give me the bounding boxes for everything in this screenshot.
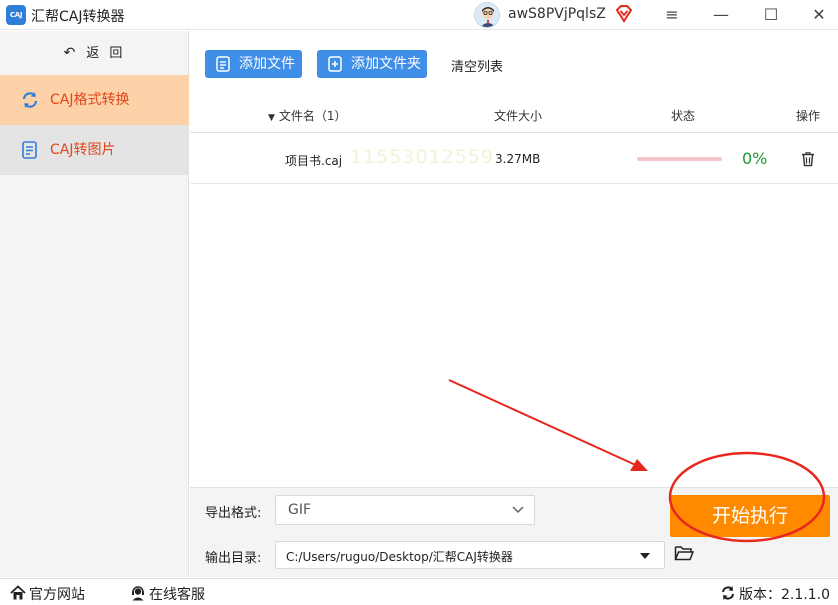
document-icon	[22, 141, 37, 159]
official-site-link[interactable]: 官方网站	[10, 584, 85, 604]
sidebar-item-label: CAJ转图片	[50, 142, 116, 158]
title-bar: CAJ 汇帮CAJ转换器 awS8PVjPqlsZ ≡ — ☐ ✕	[0, 0, 838, 30]
add-folder-label: 添加文件夹	[351, 56, 421, 72]
back-label: 返 回	[86, 46, 126, 61]
sidebar: ↶ 返 回 CAJ格式转换 CAJ转图片	[0, 31, 189, 577]
minimize-icon[interactable]: —	[708, 3, 734, 27]
sidebar-item-caj-to-image[interactable]: CAJ转图片	[0, 125, 189, 175]
trash-icon[interactable]	[800, 151, 816, 167]
output-dir-label: 输出目录:	[205, 551, 262, 566]
username[interactable]: awS8PVjPqlsZ	[508, 6, 606, 22]
progress-percent: 0%	[742, 149, 768, 168]
official-site-label: 官方网站	[29, 587, 85, 603]
user-avatar[interactable]	[474, 2, 500, 28]
add-folder-button[interactable]: 添加文件夹	[317, 50, 427, 78]
menu-icon[interactable]: ≡	[659, 3, 685, 27]
clear-list-button[interactable]: 清空列表	[451, 56, 503, 75]
close-icon[interactable]: ✕	[806, 3, 832, 27]
refresh-icon	[22, 92, 38, 108]
headset-icon	[132, 586, 144, 601]
column-header-name-label: 文件名（1）	[278, 109, 347, 123]
add-folder-icon	[328, 56, 342, 72]
column-header-name[interactable]: ▼ 文件名（1）	[268, 107, 347, 124]
column-header-size: 文件大小	[494, 109, 543, 123]
output-dir-value: C:/Users/ruguo/Desktop/汇帮CAJ转换器	[286, 550, 513, 564]
main-panel: 添加文件 添加文件夹 清空列表 ▼ 文件名（1） 文件大小 状态 操作 11553…	[190, 31, 838, 487]
dropdown-arrow-icon	[640, 553, 650, 559]
online-service-link[interactable]: 在线客服	[130, 584, 205, 604]
version-info: 版本：2.1.1.0	[720, 584, 830, 604]
table-header: ▼ 文件名（1） 文件大小 状态 操作	[190, 97, 838, 133]
output-settings-panel: 导出格式: GIF 输出目录: C:/Users/ruguo/Desktop/汇…	[190, 487, 838, 577]
file-name: 项目书.caj	[285, 154, 343, 168]
column-header-op: 操作	[796, 109, 821, 123]
file-size: 3.27MB	[495, 152, 541, 166]
format-select[interactable]: GIF	[275, 495, 535, 525]
online-service-label: 在线客服	[149, 587, 205, 603]
refresh-icon	[722, 586, 734, 600]
app-logo-icon: CAJ	[6, 5, 26, 25]
folder-open-icon[interactable]	[674, 544, 694, 562]
table-row[interactable]: 11553012559 项目书.caj 3.27MB 0%	[190, 134, 838, 184]
back-button[interactable]: ↶ 返 回	[0, 31, 189, 75]
app-title: 汇帮CAJ转换器	[31, 9, 125, 25]
vip-diamond-icon[interactable]	[614, 4, 634, 24]
chevron-down-icon	[512, 506, 524, 514]
sidebar-item-caj-convert[interactable]: CAJ格式转换	[0, 75, 189, 125]
home-icon	[10, 585, 26, 600]
sidebar-item-label: CAJ格式转换	[50, 92, 130, 108]
back-arrow-icon: ↶	[63, 45, 79, 61]
format-value: GIF	[288, 502, 312, 518]
start-button[interactable]: 开始执行	[670, 495, 830, 537]
progress-bar	[637, 157, 722, 161]
column-header-status: 状态	[671, 109, 696, 123]
version-label: 版本：2.1.1.0	[739, 587, 830, 603]
format-label: 导出格式:	[205, 506, 262, 521]
watermark-text: 11553012559	[350, 146, 494, 168]
status-bar: 官方网站 在线客服 版本：2.1.1.0	[0, 578, 838, 605]
sort-down-icon: ▼	[268, 113, 275, 123]
output-dir-select[interactable]: C:/Users/ruguo/Desktop/汇帮CAJ转换器	[275, 541, 665, 569]
add-file-icon	[216, 56, 230, 72]
maximize-icon[interactable]: ☐	[758, 3, 784, 27]
add-file-label: 添加文件	[239, 56, 295, 72]
add-file-button[interactable]: 添加文件	[205, 50, 302, 78]
